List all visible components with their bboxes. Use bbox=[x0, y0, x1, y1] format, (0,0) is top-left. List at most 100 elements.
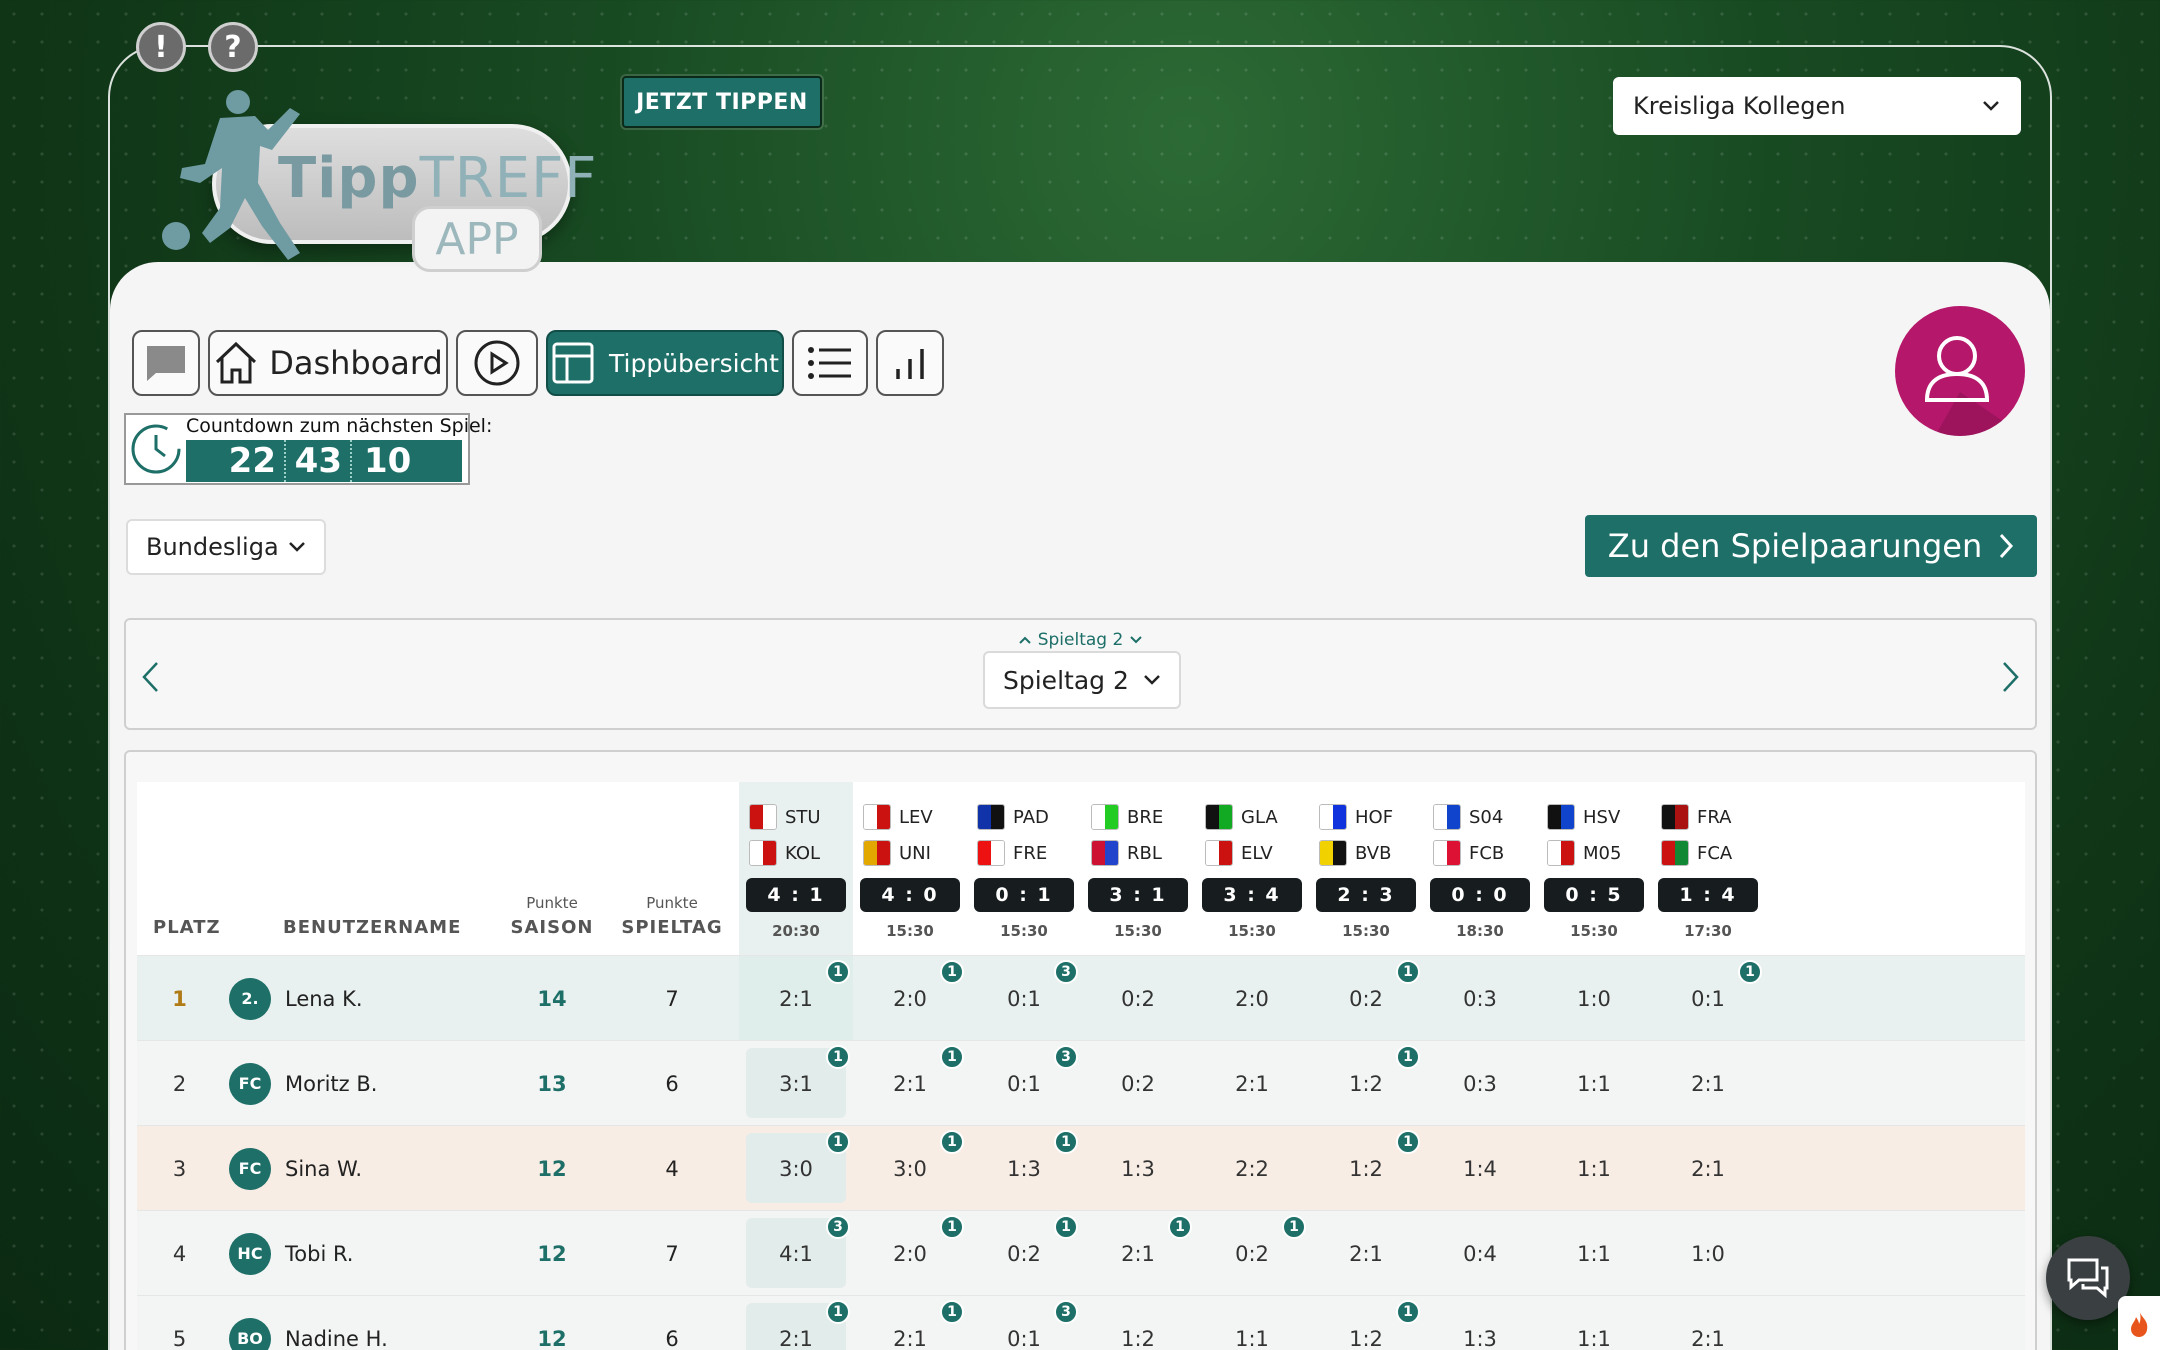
tip-cell[interactable]: 0:1 3 bbox=[967, 1041, 1081, 1126]
tip-cell[interactable]: 2:1 1 bbox=[853, 1041, 967, 1126]
tip-cell[interactable]: 2:1 1 bbox=[739, 1296, 853, 1350]
tip-cell[interactable]: 2:1 1 bbox=[853, 1296, 967, 1350]
tipptreff-logo[interactable]: TippTREFF APP bbox=[150, 88, 597, 278]
nav-dashboard[interactable]: Dashboard bbox=[208, 330, 448, 396]
team-code: PAD bbox=[1013, 806, 1049, 828]
match-column[interactable]: S04 FCB 0 : 0 18:30 bbox=[1423, 782, 1537, 955]
team-code: RBL bbox=[1127, 842, 1162, 864]
row-user[interactable]: FC Moritz B. bbox=[229, 1041, 377, 1126]
chevron-right-icon[interactable] bbox=[2001, 660, 2021, 694]
tip-cell[interactable]: 0:3 bbox=[1423, 1041, 1537, 1126]
match-column[interactable]: STU KOL 4 : 1 20:30 bbox=[739, 782, 853, 955]
match-column[interactable]: FRA FCA 1 : 4 17:30 bbox=[1651, 782, 1765, 955]
team-code: HOF bbox=[1355, 806, 1394, 828]
tip-cell[interactable]: 1:1 bbox=[1537, 1126, 1651, 1211]
table-row[interactable]: 5 BO Nadine H. 12 6 2:1 1 2:1 1 0:1 3 1:2 1:1 1:2 1 1:3… bbox=[137, 1295, 2025, 1350]
header-spieltag[interactable]: SPIELTAG bbox=[607, 917, 737, 938]
tip-cell[interactable]: 2:0 1 bbox=[853, 956, 967, 1041]
header-benutzername[interactable]: BENUTZERNAME bbox=[283, 917, 461, 938]
tip-value: 0:4 bbox=[1463, 1241, 1497, 1266]
nav-stats[interactable] bbox=[876, 330, 944, 396]
jetzt-tippen-button[interactable]: JETZT TIPPEN bbox=[622, 76, 822, 128]
tip-cell[interactable]: 1:1 bbox=[1195, 1296, 1309, 1350]
tip-cell[interactable]: 1:1 bbox=[1537, 1211, 1651, 1296]
tip-cell[interactable]: 0:2 bbox=[1081, 1041, 1195, 1126]
tip-cell[interactable]: 1:0 bbox=[1651, 1211, 1765, 1296]
tip-cell[interactable]: 1:1 bbox=[1537, 1296, 1651, 1350]
row-points-season: 12 bbox=[537, 1156, 567, 1181]
league-select[interactable]: Kreisliga Kollegen bbox=[1613, 77, 2021, 135]
match-column[interactable]: HSV M05 0 : 5 15:30 bbox=[1537, 782, 1651, 955]
tip-cell[interactable]: 1:4 bbox=[1423, 1126, 1537, 1211]
tip-cell[interactable]: 3:0 1 bbox=[739, 1126, 853, 1211]
row-rank: 2 bbox=[172, 1071, 187, 1096]
tip-cell[interactable]: 2:1 bbox=[1651, 1296, 1765, 1350]
fire-icon[interactable] bbox=[2118, 1296, 2160, 1350]
tip-cell[interactable]: 0:2 bbox=[1081, 956, 1195, 1041]
table-row[interactable]: 4 HC Tobi R. 12 7 4:1 3 2:0 1 0:2 1 2:1 1 0:2 1 2:1 0:4 1… bbox=[137, 1210, 2025, 1295]
messages-button[interactable] bbox=[132, 330, 200, 396]
chevron-down-icon[interactable] bbox=[1129, 635, 1143, 645]
table-row[interactable]: 3 FC Sina W. 12 4 3:0 1 3:0 1 1:3 1 1:3 2:2 1:2 1 1:4 1:… bbox=[137, 1125, 2025, 1210]
match-column[interactable]: GLA ELV 3 : 4 15:30 bbox=[1195, 782, 1309, 955]
tip-cell[interactable]: 1:1 bbox=[1537, 1041, 1651, 1126]
tip-cell[interactable]: 0:2 1 bbox=[1309, 956, 1423, 1041]
match-column[interactable]: PAD FRE 0 : 1 15:30 bbox=[967, 782, 1081, 955]
tip-cell[interactable]: 0:4 bbox=[1423, 1211, 1537, 1296]
tip-cell[interactable]: 1:3 1 bbox=[967, 1126, 1081, 1211]
tip-cell[interactable]: 2:1 bbox=[1309, 1211, 1423, 1296]
chevron-up-icon[interactable] bbox=[1018, 635, 1032, 645]
tip-cell[interactable]: 1:0 bbox=[1537, 956, 1651, 1041]
tip-cell[interactable]: 0:3 bbox=[1423, 956, 1537, 1041]
competition-select[interactable]: Bundesliga bbox=[126, 519, 326, 575]
row-user[interactable]: BO Nadine H. bbox=[229, 1296, 388, 1350]
chevron-left-icon[interactable] bbox=[140, 660, 160, 694]
tip-cell[interactable]: 2:0 1 bbox=[853, 1211, 967, 1296]
tip-cell[interactable]: 2:1 bbox=[1195, 1041, 1309, 1126]
nav-list[interactable] bbox=[792, 330, 868, 396]
pairings-button[interactable]: Zu den Spielpaarungen bbox=[1585, 515, 2037, 577]
match-column[interactable]: LEV UNI 4 : 0 15:30 bbox=[853, 782, 967, 955]
match-column[interactable]: HOF BVB 2 : 3 15:30 bbox=[1309, 782, 1423, 955]
tip-cell[interactable]: 4:1 3 bbox=[739, 1211, 853, 1296]
tip-cell[interactable]: 0:2 1 bbox=[967, 1211, 1081, 1296]
team-flag-icon bbox=[749, 804, 777, 830]
tip-cell[interactable]: 2:1 bbox=[1651, 1126, 1765, 1211]
tip-cell[interactable]: 1:3 bbox=[1081, 1126, 1195, 1211]
tip-cell[interactable]: 2:2 bbox=[1195, 1126, 1309, 1211]
team-code: FCB bbox=[1469, 842, 1505, 864]
tip-cell[interactable]: 2:0 bbox=[1195, 956, 1309, 1041]
alert-icon[interactable]: ! bbox=[136, 22, 186, 72]
tip-cell[interactable]: 0:1 3 bbox=[967, 1296, 1081, 1350]
tip-cell[interactable]: 1:2 1 bbox=[1309, 1041, 1423, 1126]
user-avatar[interactable] bbox=[1895, 306, 2025, 436]
tip-cell[interactable]: 2:1 1 bbox=[739, 956, 853, 1041]
tip-cell[interactable]: 1:2 1 bbox=[1309, 1296, 1423, 1350]
tip-cell[interactable]: 2:1 bbox=[1651, 1041, 1765, 1126]
tip-value: 1:2 bbox=[1349, 1326, 1383, 1350]
tip-cell[interactable]: 0:2 1 bbox=[1195, 1211, 1309, 1296]
row-user[interactable]: FC Sina W. bbox=[229, 1126, 362, 1211]
tip-cell[interactable]: 1:2 bbox=[1081, 1296, 1195, 1350]
table-grid-icon bbox=[552, 342, 594, 384]
tip-cell[interactable]: 3:1 1 bbox=[739, 1041, 853, 1126]
row-user[interactable]: 2. Lena K. bbox=[229, 956, 363, 1041]
nav-live[interactable] bbox=[456, 330, 538, 396]
matchday-select[interactable]: Spieltag 2 bbox=[983, 651, 1181, 709]
tip-cell[interactable]: 2:1 1 bbox=[1081, 1211, 1195, 1296]
tip-cell[interactable]: 1:3 bbox=[1423, 1296, 1537, 1350]
team-flag-icon bbox=[977, 840, 1005, 866]
row-user[interactable]: HC Tobi R. bbox=[229, 1211, 353, 1296]
header-saison[interactable]: SAISON bbox=[497, 917, 607, 938]
help-icon[interactable]: ? bbox=[208, 22, 258, 72]
table-row[interactable]: 2 FC Moritz B. 13 6 3:1 1 2:1 1 0:1 3 0:2 2:1 1:2 1 0:3… bbox=[137, 1040, 2025, 1125]
tip-cell[interactable]: 0:1 1 bbox=[1651, 956, 1765, 1041]
nav-tippuebersicht[interactable]: Tippübersicht bbox=[546, 330, 784, 396]
match-column[interactable]: BRE RBL 3 : 1 15:30 bbox=[1081, 782, 1195, 955]
table-row[interactable]: 1 2. Lena K. 14 7 2:1 1 2:0 1 0:1 3 0:2 2:0 0:2 1 0:3 1:… bbox=[137, 955, 2025, 1041]
header-platz[interactable]: PLATZ bbox=[153, 917, 221, 938]
tip-cell[interactable]: 1:2 1 bbox=[1309, 1126, 1423, 1211]
tip-cell[interactable]: 3:0 1 bbox=[853, 1126, 967, 1211]
user-icon bbox=[1924, 336, 2025, 436]
tip-cell[interactable]: 0:1 3 bbox=[967, 956, 1081, 1041]
